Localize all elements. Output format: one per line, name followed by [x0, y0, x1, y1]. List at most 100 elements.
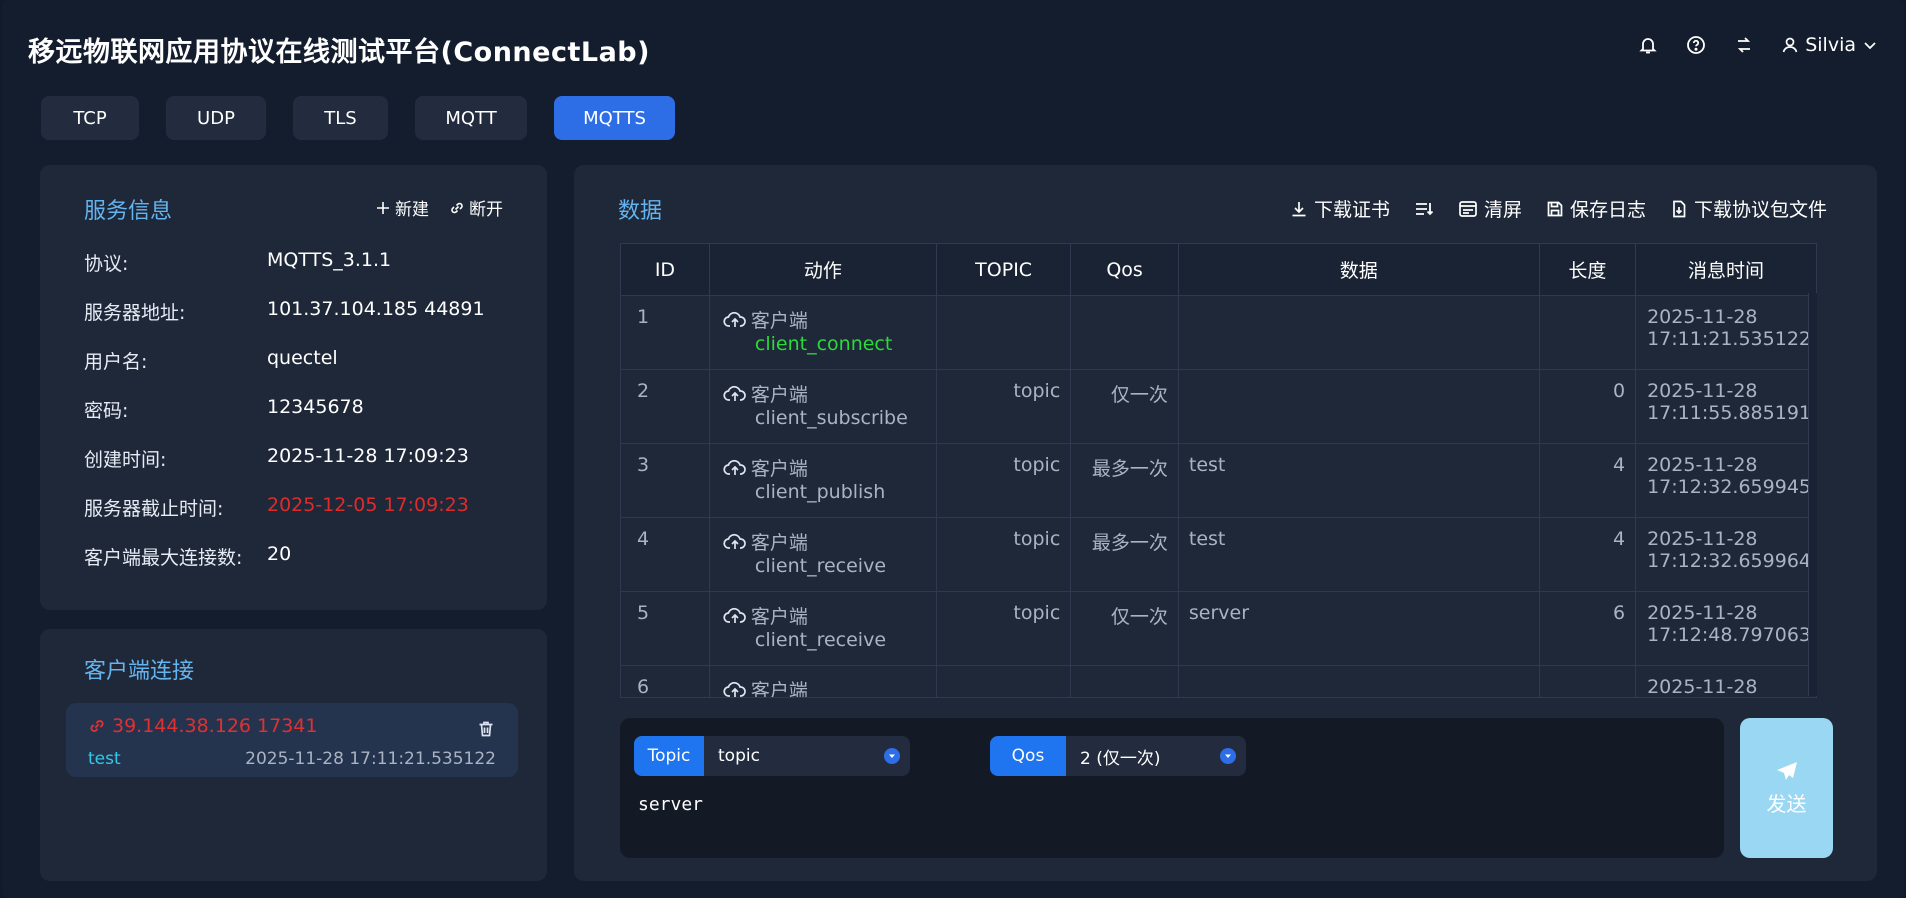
- data-panel: 数据 下载证书 清屏 保存日志 下载协议包文件 ID 动作 TOPIC Qos …: [574, 165, 1877, 881]
- info-value: quectel: [267, 347, 338, 369]
- clear-button[interactable]: 清屏: [1458, 195, 1522, 222]
- protocol-tabs: TCP UDP TLS MQTT MQTTS: [41, 96, 675, 140]
- time-clock: 17:11:55.885191: [1647, 402, 1811, 424]
- cell-message-time: 2025-11-28 17:11:55.885191: [1635, 369, 1817, 444]
- disconnect-button[interactable]: 断开: [449, 195, 503, 220]
- user-menu[interactable]: Silvia: [1781, 34, 1878, 56]
- save-log-label: 保存日志: [1569, 199, 1646, 221]
- send-button[interactable]: 发送: [1740, 718, 1833, 858]
- tab-tls[interactable]: TLS: [293, 96, 388, 140]
- cell-topic: topic: [936, 369, 1072, 444]
- clear-screen-icon: [1459, 200, 1477, 217]
- switch-icon[interactable]: [1733, 34, 1755, 56]
- table-row: 3 客户端 client_publish topic 最多一次 test 4 2…: [621, 443, 1817, 518]
- cell-length: 6: [1539, 591, 1637, 666]
- action-source: 客户端: [750, 458, 808, 480]
- info-row-created-time: 创建时间: 2025-11-28 17:09:23: [84, 445, 469, 472]
- cell-topic: topic: [936, 443, 1072, 518]
- app-window: 移远物联网应用协议在线测试平台(ConnectLab) Silvia TCP U…: [2, 0, 1904, 898]
- download-package-button[interactable]: 下载协议包文件: [1670, 195, 1827, 222]
- download-icon: [1292, 201, 1306, 216]
- cell-length: 4: [1539, 443, 1637, 518]
- info-label: 创建时间:: [84, 449, 167, 471]
- tab-mqtt[interactable]: MQTT: [415, 96, 527, 140]
- message-input[interactable]: server: [638, 794, 703, 815]
- qos-select-text: 2 (仅一次): [1080, 748, 1161, 769]
- link-break-icon: [451, 202, 463, 213]
- qos-select-label: Qos: [990, 736, 1066, 776]
- client-name: test: [88, 749, 121, 769]
- cell-message-time: 2025-11-28 17:12:32.659964: [1635, 517, 1817, 592]
- list-end-icon: [1415, 202, 1434, 215]
- new-button[interactable]: 新建: [375, 195, 429, 220]
- action-event: client_connect: [754, 333, 893, 355]
- qos-select-value: 2 (仅一次): [1066, 736, 1246, 776]
- chevron-down-icon: [884, 748, 900, 764]
- info-label: 用户名:: [84, 351, 148, 373]
- client-connections-title: 客户端连接: [84, 659, 195, 684]
- data-panel-title: 数据: [618, 199, 663, 224]
- cell-action: 客户端 client_receive: [709, 517, 937, 592]
- cell-topic: [936, 295, 1072, 370]
- help-icon[interactable]: [1685, 34, 1707, 56]
- client-card[interactable]: 39.144.38.126 17341 test 2025-11-28 17:1…: [66, 703, 518, 777]
- cell-data: [1178, 295, 1540, 370]
- info-row-username: 用户名: quectel: [84, 347, 338, 374]
- cell-data: test: [1178, 517, 1540, 592]
- client-address: 39.144.38.126 17341: [88, 715, 317, 737]
- column-header-id: ID: [621, 244, 710, 296]
- cloud-upload-icon: [723, 311, 746, 327]
- page-title: 移远物联网应用协议在线测试平台(ConnectLab): [28, 37, 650, 68]
- data-actions: 下载证书 清屏 保存日志 下载协议包文件: [1290, 195, 1827, 222]
- info-row-expiry-time: 服务器截止时间: 2025-12-05 17:09:23: [84, 494, 469, 521]
- topic-select-text: topic: [718, 746, 760, 766]
- data-table: ID 动作 TOPIC Qos 数据 长度 消息时间 1 客户端 client_…: [620, 243, 1817, 698]
- chevron-down-icon: [1864, 42, 1876, 50]
- cell-id: 2: [621, 369, 710, 444]
- time-clock: 17:11:21.535122: [1647, 328, 1811, 350]
- download-cert-button[interactable]: 下载证书: [1290, 195, 1390, 222]
- cell-data: [1178, 369, 1540, 444]
- cell-id: 1: [621, 295, 710, 370]
- cell-qos: 仅一次: [1070, 591, 1179, 666]
- cloud-upload-icon: [723, 533, 746, 549]
- tab-tcp[interactable]: TCP: [41, 96, 139, 140]
- column-header-action: 动作: [709, 244, 937, 296]
- trash-icon[interactable]: [476, 719, 496, 743]
- plus-icon: [377, 201, 389, 214]
- service-info-panel: 服务信息 新建 断开 协议: MQTTS_3.1.1 服务器地址: 101.37…: [40, 165, 547, 610]
- cell-data: test: [1178, 443, 1540, 518]
- cell-length: 0: [1539, 369, 1637, 444]
- table-scrollbar[interactable]: [1808, 293, 1817, 696]
- topic-select[interactable]: Topic topic: [634, 736, 910, 776]
- action-source: 客户端: [750, 606, 808, 628]
- message-composer: Topic topic Qos 2 (仅一次) server: [620, 718, 1724, 858]
- table-header-row: ID 动作 TOPIC Qos 数据 长度 消息时间: [621, 244, 1817, 296]
- cell-id: 4: [621, 517, 710, 592]
- cell-id: 6: [621, 665, 710, 697]
- save-log-button[interactable]: 保存日志: [1546, 195, 1646, 222]
- tab-udp[interactable]: UDP: [166, 96, 266, 140]
- tab-mqtts[interactable]: MQTTS: [554, 96, 675, 140]
- action-source: 客户端: [750, 532, 808, 554]
- cell-length: 4: [1539, 517, 1637, 592]
- cell-message-time: 2025-11-28 17:12:48.797063: [1635, 591, 1817, 666]
- info-value: 101.37.104.185 44891: [267, 298, 485, 320]
- link-break-icon: [90, 720, 104, 732]
- cell-action: 客户端 client_connect: [709, 295, 937, 370]
- cell-data: server: [1178, 591, 1540, 666]
- time-clock: 17:12:48.797063: [1647, 624, 1811, 646]
- info-label: 密码:: [84, 400, 129, 422]
- cell-qos: 最多一次: [1070, 443, 1179, 518]
- user-name: Silvia: [1805, 34, 1856, 56]
- scroll-bottom-button[interactable]: [1414, 200, 1434, 218]
- cell-action: 客户端 client_subscribe: [709, 369, 937, 444]
- qos-select[interactable]: Qos 2 (仅一次): [990, 736, 1246, 776]
- cell-qos: [1070, 665, 1179, 697]
- time-clock: 17:12:32.659945: [1647, 476, 1811, 498]
- user-icon: [1782, 37, 1798, 53]
- clear-label: 清屏: [1483, 199, 1522, 221]
- cell-action: 客户端: [709, 665, 937, 697]
- bell-icon[interactable]: [1637, 34, 1659, 56]
- download-package-label: 下载协议包文件: [1693, 199, 1827, 221]
